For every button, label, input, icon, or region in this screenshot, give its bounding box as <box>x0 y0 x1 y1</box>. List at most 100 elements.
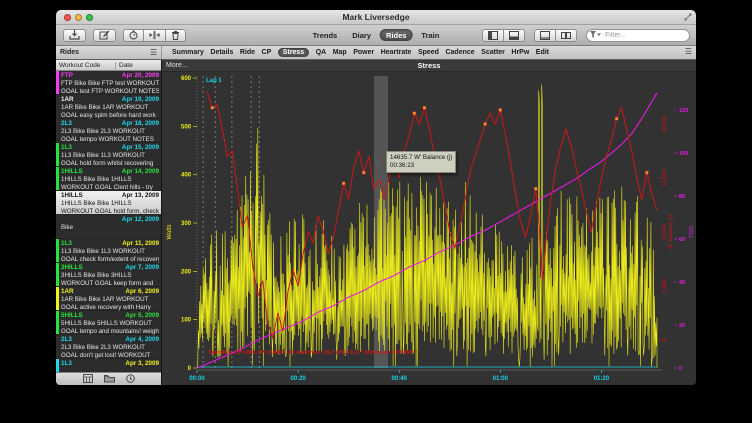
ride-list-item[interactable]: 1ARApr 6, 20091AR Bike Bike 1AR WORKOUTG… <box>56 287 161 311</box>
time-tick-label: 01:00 <box>493 376 509 382</box>
column-workout-code[interactable]: Workout Code <box>56 62 116 69</box>
ride-tools-group <box>123 29 186 42</box>
view-tab-rides[interactable]: Rides <box>380 29 412 41</box>
watts-axis-label: Watts <box>167 224 173 239</box>
chart-tab-heartrate[interactable]: Heartrate <box>381 49 412 56</box>
zoom-button[interactable] <box>86 14 93 21</box>
ride-description: 1L3 Bike Bike 1L3 WORKOUT <box>61 152 159 160</box>
ride-list-item[interactable]: 3HILLSApr 7, 20093HILLS Bike Bike 3HILLS… <box>56 263 161 287</box>
ride-code-date-line: 1L3Apr 3, 2009 <box>61 360 159 368</box>
layout-toggles-group <box>534 29 577 42</box>
chart-header: More... Stress <box>162 60 696 72</box>
view-tab-trends[interactable]: Trends <box>307 29 344 41</box>
stress-chart[interactable]: 0100200300400500600Watts00:0000:2000:400… <box>162 72 696 385</box>
watts-tick-label: 100 <box>181 318 192 324</box>
tabbed-view-button[interactable] <box>534 29 556 42</box>
ride-code-date-line: 1ARApr 19, 2009 <box>61 96 159 104</box>
time-tick-label: 00:00 <box>189 376 205 382</box>
chart-tab-stress[interactable]: Stress <box>278 48 309 57</box>
sidebar-header: Rides ☰ <box>56 46 162 59</box>
filter-box <box>586 29 690 42</box>
delete-ride-button[interactable] <box>166 29 186 42</box>
ride-list-item[interactable]: 1L3Apr 3, 2009 <box>56 359 161 372</box>
ride-list-item[interactable]: 2L3Apr 4, 20092L3 Bike Bike 2L3 WORKOUTG… <box>56 335 161 359</box>
chart-title: Stress <box>162 61 696 70</box>
ride-code-date-line: 2L3Apr 4, 2009 <box>61 336 159 344</box>
ride-description: 5HILLS Bike 5HILLS WORKOUT <box>61 320 159 328</box>
chart-menu-icon[interactable]: ☰ <box>685 48 692 56</box>
ride-description: 2L3 Bike Bike 2L3 WORKOUT <box>61 344 159 352</box>
ride-code-date-line: 1HILLSApr 14, 2009 <box>61 168 159 176</box>
stress-chart-panel: More... Stress 0100200300400500600Watts0… <box>162 60 696 385</box>
chart-tab-map[interactable]: Map <box>333 49 347 56</box>
chart-tab-scatter[interactable]: Scatter <box>481 49 505 56</box>
chart-tab-cadence[interactable]: Cadence <box>445 49 474 56</box>
calendar-view-icon[interactable] <box>83 374 93 385</box>
tiss-tick-label: 20 <box>679 323 685 329</box>
tab-strip: Rides ☰ Summary Details Ride CP Stress QA Map P… <box>56 46 696 60</box>
manual-entry-button[interactable] <box>93 29 116 42</box>
stopwatch-button[interactable] <box>123 29 144 42</box>
import-ride-button[interactable] <box>63 29 86 42</box>
watts-tick-label: 400 <box>181 173 192 179</box>
sidebar-toggles-group <box>482 29 525 42</box>
ride-date: Apr 4, 2009 <box>125 336 159 344</box>
ride-list-item[interactable]: 2L3Apr 18, 20092L3 Bike Bike 2L3 WORKOUT… <box>56 119 161 143</box>
funnel-icon[interactable] <box>590 31 602 41</box>
resize-grip-icon[interactable] <box>684 13 692 23</box>
ride-list-item[interactable]: FTPApr 20, 2009FTP Bike Bike FTP test WO… <box>56 71 161 95</box>
chart-tab-hrpw[interactable]: HrPw <box>511 49 529 56</box>
title-bar[interactable]: Mark Liversedge <box>56 10 696 25</box>
ride-date: Apr 5, 2009 <box>125 312 159 320</box>
chart-tab-details[interactable]: Details <box>210 49 233 56</box>
ride-list-item[interactable]: 5HILLSApr 5, 20095HILLS Bike 5HILLS WORK… <box>56 311 161 335</box>
chart-tab-edit[interactable]: Edit <box>536 49 549 56</box>
power-series <box>197 85 657 368</box>
ride-code-date-line: FTPApr 20, 2009 <box>61 72 159 80</box>
ride-list-item[interactable]: 1HILLSApr 13, 20091HILLS Bike Bike 1HILL… <box>56 191 161 215</box>
chart-tab-cp[interactable]: CP <box>262 49 272 56</box>
stress-chart-svg[interactable]: 0100200300400500600Watts00:0000:2000:400… <box>162 72 696 385</box>
ride-color-stripe <box>56 263 59 286</box>
tiled-view-button[interactable] <box>556 29 577 42</box>
chart-tab-power[interactable]: Power <box>353 49 374 56</box>
tiss-tick-label: 0 <box>679 366 682 372</box>
ride-list-item[interactable]: 1ARApr 19, 20091AR Bike Bike 1AR WORKOUT… <box>56 95 161 119</box>
match-marker <box>211 106 214 109</box>
split-ride-button[interactable] <box>144 29 166 42</box>
ride-code: 1L3 <box>61 144 72 152</box>
chart-tab-qa[interactable]: QA <box>316 49 327 56</box>
ride-date: Apr 6, 2009 <box>125 288 159 296</box>
ride-list-item[interactable]: Apr 12, 2009Bike <box>56 215 161 239</box>
match-marker <box>534 187 537 190</box>
view-tab-train[interactable]: Train <box>415 29 445 41</box>
ride-color-stripe <box>56 239 59 262</box>
folder-icon[interactable] <box>104 374 115 385</box>
column-date[interactable]: Date <box>116 62 133 69</box>
close-button[interactable] <box>64 14 71 21</box>
tiss-tick-label: 80 <box>679 194 685 200</box>
more-link[interactable]: More... <box>166 62 188 69</box>
view-tab-diary[interactable]: Diary <box>346 29 377 41</box>
ride-list-item[interactable]: 1HILLSApr 14, 20091HILLS Bike Bike 1HILL… <box>56 167 161 191</box>
toggle-left-sidebar-button[interactable] <box>482 29 504 42</box>
ride-description: 1L3 Bike Bike 1L3 WORKOUT <box>61 248 159 256</box>
toggle-bottom-panel-button[interactable] <box>504 29 525 42</box>
ride-color-stripe <box>56 287 59 310</box>
ride-date: Apr 14, 2009 <box>122 168 159 176</box>
wbal-tick-label: 20,000 <box>662 116 668 133</box>
minimize-button[interactable] <box>75 14 82 21</box>
ride-list-item[interactable]: 1L3Apr 11, 20091L3 Bike Bike 1L3 WORKOUT… <box>56 239 161 263</box>
chart-tab-summary[interactable]: Summary <box>172 49 204 56</box>
ride-description: 3HILLS Bike Bike 3HILLS <box>61 272 159 280</box>
ride-list-item[interactable]: 1L3Apr 15, 20091L3 Bike Bike 1L3 WORKOUT… <box>56 143 161 167</box>
ride-code: 3HILLS <box>61 264 83 272</box>
chart-tab-speed[interactable]: Speed <box>418 49 439 56</box>
clock-icon[interactable] <box>126 374 135 385</box>
tabbed-view-icon <box>540 31 550 40</box>
ride-description: 1AR Bike Bike 1AR WORKOUT <box>61 104 159 112</box>
ride-list-column-header[interactable]: Workout Code Date <box>56 60 161 71</box>
desktop-background: Mark Liversedge <box>0 0 752 423</box>
chart-tab-ride[interactable]: Ride <box>240 49 255 56</box>
sidebar-menu-icon[interactable]: ☰ <box>150 49 157 57</box>
